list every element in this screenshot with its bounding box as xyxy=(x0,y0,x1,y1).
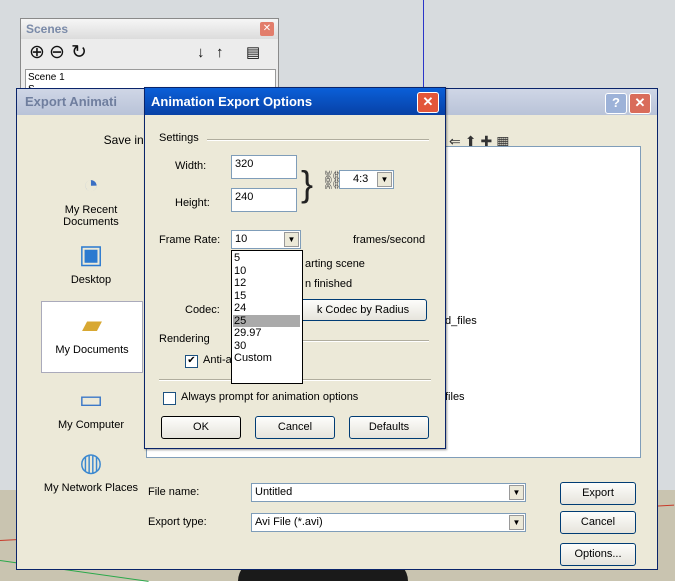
place-label: My Documents xyxy=(55,344,129,356)
scenes-panel-title: Scenes xyxy=(21,19,278,39)
settings-divider xyxy=(207,139,429,141)
frame-rate-option-selected[interactable]: 25 xyxy=(233,314,300,327)
anim-cancel-button[interactable]: Cancel xyxy=(255,416,335,439)
rendering-group-label: Rendering xyxy=(159,333,210,345)
move-up-icon[interactable]: ↑ xyxy=(216,42,224,64)
place-my-documents[interactable]: ▰ My Documents xyxy=(41,301,143,373)
save-in-label: Save in: xyxy=(103,133,147,147)
details-icon[interactable]: ▤ xyxy=(246,42,260,64)
move-down-icon[interactable]: ↓ xyxy=(197,42,205,64)
options-button[interactable]: Options... xyxy=(560,543,636,566)
chevron-down-icon[interactable]: ▼ xyxy=(284,232,299,247)
frame-rate-select[interactable]: 10 ▼ xyxy=(231,230,301,249)
loop-to-starting-scene-label[interactable]: arting scene xyxy=(305,258,365,270)
codec-label: Codec: xyxy=(185,304,220,316)
anim-close-button[interactable]: ✕ xyxy=(417,92,439,113)
export-type-label: Export type: xyxy=(148,516,207,528)
frame-rate-dropdown-list: 5 10 12 15 24 25 29.97 30 Custom xyxy=(231,250,303,384)
height-label: Height: xyxy=(175,197,210,209)
place-label: My Network Places xyxy=(43,482,139,494)
frame-rate-option[interactable]: 5 xyxy=(233,252,300,264)
always-prompt-checkbox[interactable] xyxy=(163,392,176,405)
file-entry[interactable]: d_files xyxy=(445,315,477,327)
place-desktop[interactable]: ▣ Desktop xyxy=(41,238,141,286)
chevron-down-icon[interactable]: ▼ xyxy=(509,515,524,530)
cancel-button[interactable]: Cancel xyxy=(560,511,636,534)
export-type-select[interactable]: Avi File (*.avi) ▼ xyxy=(251,513,526,532)
update-scene-icon[interactable]: ↻ xyxy=(71,42,87,64)
frame-rate-option[interactable]: Custom xyxy=(233,352,300,364)
rendering-divider xyxy=(301,340,429,342)
scenes-toolbar: ⊕ ⊖ ↻ ↓ ↑ ▤ xyxy=(21,39,278,67)
place-label: My Computer xyxy=(57,419,125,431)
antialias-label: Anti-a xyxy=(203,354,232,366)
my-documents-icon: ▰ xyxy=(82,309,102,339)
aspect-ratio-value: 4:3 xyxy=(353,173,369,185)
file-name-label: File name: xyxy=(148,486,200,498)
frame-rate-option[interactable]: 30 xyxy=(233,340,300,352)
frame-rate-value: 10 xyxy=(235,233,248,245)
frame-rate-option[interactable]: 24 xyxy=(233,302,300,314)
width-label: Width: xyxy=(175,160,207,172)
ok-button[interactable]: OK xyxy=(161,416,241,439)
animation-export-options-dialog: Animation Export Options ✕ Settings Widt… xyxy=(144,87,446,449)
chevron-down-icon[interactable]: ▼ xyxy=(377,172,392,187)
blue-axis xyxy=(423,0,424,90)
frame-rate-option[interactable]: 15 xyxy=(233,290,300,302)
aspect-ratio-select[interactable]: 4:3 ▼ xyxy=(339,170,394,189)
play-when-finished-label[interactable]: n finished xyxy=(305,278,352,290)
export-close-button[interactable]: ✕ xyxy=(629,93,651,114)
frame-rate-option[interactable]: 10 xyxy=(233,265,300,277)
file-name-value: Untitled xyxy=(255,486,293,498)
codec-button[interactable]: k Codec by Radius xyxy=(299,299,427,321)
antialias-checkbox[interactable]: ✔ xyxy=(185,355,198,368)
add-scene-icon[interactable]: ⊕ xyxy=(29,42,45,64)
remove-scene-icon[interactable]: ⊖ xyxy=(49,42,65,64)
chevron-down-icon[interactable]: ▼ xyxy=(509,485,524,500)
place-my-network-places[interactable]: ◍ My Network Places xyxy=(41,446,141,494)
frame-rate-label: Frame Rate: xyxy=(159,234,221,246)
height-input[interactable]: 240 xyxy=(231,188,297,212)
settings-group-label: Settings xyxy=(159,132,199,144)
place-my-recent-documents[interactable]: ◔ My Recent Documents xyxy=(41,168,141,228)
place-my-computer[interactable]: ▭ My Computer xyxy=(41,383,141,431)
defaults-button[interactable]: Defaults xyxy=(349,416,429,439)
my-computer-icon: ▭ xyxy=(78,384,104,414)
frame-rate-option[interactable]: 29.97 xyxy=(233,327,300,339)
scene-item[interactable]: Scene 1 xyxy=(28,72,65,84)
desktop-icon: ▣ xyxy=(78,239,104,269)
always-prompt-label: Always prompt for animation options xyxy=(181,391,359,403)
file-name-combo[interactable]: Untitled ▼ xyxy=(251,483,526,502)
width-input[interactable]: 320 xyxy=(231,155,297,179)
anim-dialog-title: Animation Export Options xyxy=(145,88,445,115)
scenes-close-button[interactable]: ✕ xyxy=(260,22,274,36)
file-entry[interactable]: files xyxy=(445,391,465,403)
place-label: My Recent Documents xyxy=(63,204,119,228)
frames-unit-label: frames/second xyxy=(353,234,426,246)
places-bar: ◔ My Recent Documents ▣ Desktop ▰ My Doc… xyxy=(41,146,143,494)
recent-documents-icon: ◔ xyxy=(83,169,99,199)
place-label: Desktop xyxy=(70,274,112,286)
network-places-icon: ◍ xyxy=(79,447,103,477)
export-button[interactable]: Export xyxy=(560,482,636,505)
frame-rate-option[interactable]: 12 xyxy=(233,277,300,289)
help-button[interactable]: ? xyxy=(605,93,627,114)
bracket-icon: } xyxy=(301,163,314,204)
export-type-value: Avi File (*.avi) xyxy=(255,516,323,528)
